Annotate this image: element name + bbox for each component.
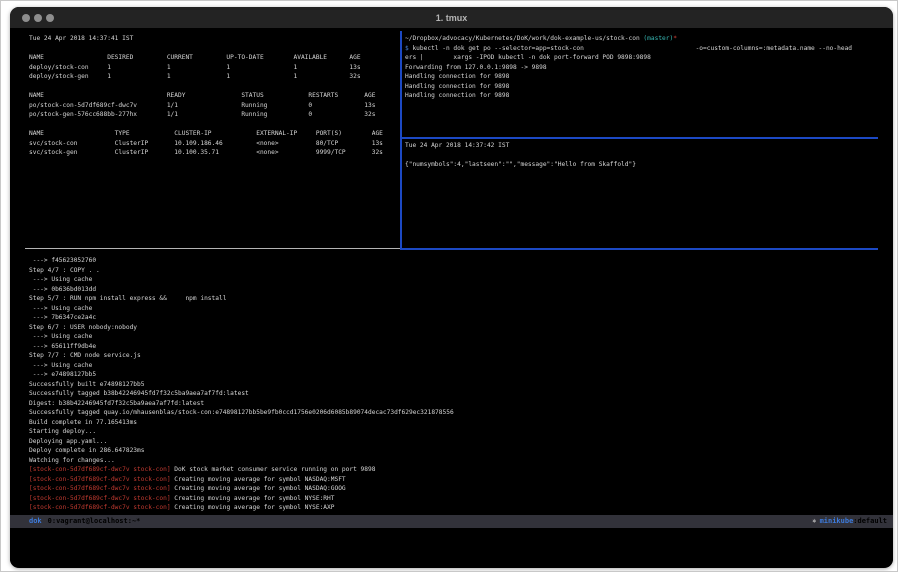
terminal-line xyxy=(405,151,636,161)
window-titlebar: 1. tmux xyxy=(10,7,893,29)
pane-divider-horizontal-right[interactable] xyxy=(400,137,878,139)
terminal-line: Handling connection for 9898 xyxy=(405,91,852,101)
terminal-line: Watching for changes... xyxy=(29,456,454,466)
window-tab[interactable]: 0:vagrant@localhost:~* xyxy=(48,517,141,525)
screenshot-frame: 1. tmux Tue 24 Apr 2018 14:37:41 IST NAM… xyxy=(0,0,898,572)
terminal-line: ---> 0b636bd013dd xyxy=(29,285,454,295)
terminal-line: [stock-con-5d7df689cf-dwc7v stock-con] C… xyxy=(29,475,454,485)
terminal-line: ---> Using cache xyxy=(29,275,454,285)
terminal-line: ---> Using cache xyxy=(29,332,454,342)
terminal-line: ---> 65611ff9db4e xyxy=(29,342,454,352)
session-name: dok xyxy=(29,517,42,525)
terminal-line: Successfully built e74898127bb5 xyxy=(29,380,454,390)
terminal-line: svc/stock-gen ClusterIP 10.100.35.71 <no… xyxy=(29,148,383,158)
terminal-line: ers | xargs -IPOD kubectl -n dok port-fo… xyxy=(405,53,852,63)
terminal-line xyxy=(29,120,383,130)
terminal-line: Handling connection for 9898 xyxy=(405,82,852,92)
window-title: 1. tmux xyxy=(10,13,893,23)
terminal-line: ---> f45623052760 xyxy=(29,256,454,266)
terminal-line: po/stock-gen-576cc688bb-277hx 1/1 Runnin… xyxy=(29,110,383,120)
terminal-line: deploy/stock-con 1 1 1 1 13s xyxy=(29,63,383,73)
terminal-line: Step 7/7 : CMD node service.js xyxy=(29,351,454,361)
terminal-line: Tue 24 Apr 2018 14:37:41 IST xyxy=(29,34,383,44)
pane-service-response[interactable]: Tue 24 Apr 2018 14:37:42 IST {"numsymbol… xyxy=(405,141,636,170)
terminal-line xyxy=(29,44,383,54)
terminal-line: Successfully tagged b38b42246945fd7f32c5… xyxy=(29,389,454,399)
tmux-status-bar: dok 0:vagrant@localhost:~* ⎈ minikube:defa… xyxy=(10,515,893,528)
pane-kubectl-watch[interactable]: Tue 24 Apr 2018 14:37:41 IST NAME DESIRE… xyxy=(29,34,383,158)
terminal-line: Step 4/7 : COPY . . xyxy=(29,266,454,276)
terminal-line: Digest: b38b42246945fd7f32c5ba9aea7af7fd… xyxy=(29,399,454,409)
terminal-line: ---> Using cache xyxy=(29,361,454,371)
terminal-line: [stock-con-5d7df689cf-dwc7v stock-con] C… xyxy=(29,494,454,504)
pane-port-forward[interactable]: ~/Dropbox/advocacy/Kubernetes/DoK/work/d… xyxy=(405,34,852,101)
terminal-line: deploy/stock-gen 1 1 1 1 32s xyxy=(29,72,383,82)
terminal-line: po/stock-con-5d7df689cf-dwc7v 1/1 Runnin… xyxy=(29,101,383,111)
terminal-line: Deploying app.yaml... xyxy=(29,437,454,447)
terminal-line: Successfully tagged quay.io/mhausenblas/… xyxy=(29,408,454,418)
terminal-line: Step 5/7 : RUN npm install express && np… xyxy=(29,294,454,304)
kube-context: minikube xyxy=(820,517,854,525)
terminal-window: 1. tmux Tue 24 Apr 2018 14:37:41 IST NAM… xyxy=(10,7,893,568)
tmux-session: Tue 24 Apr 2018 14:37:41 IST NAME DESIRE… xyxy=(10,29,893,567)
terminal-line: ---> 7b6347ce2a4c xyxy=(29,313,454,323)
terminal-line: Build complete in 77.165413ms xyxy=(29,418,454,428)
terminal-line: NAME READY STATUS RESTARTS AGE xyxy=(29,91,383,101)
terminal-line: [stock-con-5d7df689cf-dwc7v stock-con] C… xyxy=(29,484,454,494)
kubernetes-helm-icon: ⎈ xyxy=(812,517,816,525)
terminal-line: $ kubectl -n dok get po --selector=app=s… xyxy=(405,44,852,54)
terminal-line xyxy=(29,82,383,92)
pane-divider-horizontal-left[interactable] xyxy=(25,248,400,249)
terminal-line: Deploy complete in 286.647823ms xyxy=(29,446,454,456)
terminal-line: ---> e74898127bb5 xyxy=(29,370,454,380)
pane-divider-vertical[interactable] xyxy=(400,31,402,248)
terminal-line: Tue 24 Apr 2018 14:37:42 IST xyxy=(405,141,636,151)
terminal-line: NAME DESIRED CURRENT UP-TO-DATE AVAILABL… xyxy=(29,53,383,63)
terminal-line: [stock-con-5d7df689cf-dwc7v stock-con] C… xyxy=(29,503,454,513)
terminal-line: Starting deploy... xyxy=(29,427,454,437)
terminal-line: svc/stock-con ClusterIP 10.109.186.46 <n… xyxy=(29,139,383,149)
terminal-line: NAME TYPE CLUSTER-IP EXTERNAL-IP PORT(S)… xyxy=(29,129,383,139)
terminal-line: [stock-con-5d7df689cf-dwc7v stock-con] D… xyxy=(29,465,454,475)
pane-divider-horizontal-bottom-right[interactable] xyxy=(400,248,878,250)
pane-skaffold-build-log[interactable]: ---> f45623052760Step 4/7 : COPY . . ---… xyxy=(29,256,454,513)
status-bar-right: ⎈ minikube:default xyxy=(812,515,887,528)
terminal-line: Forwarding from 127.0.0.1:9898 -> 9898 xyxy=(405,63,852,73)
kube-namespace: :default xyxy=(853,517,887,525)
terminal-line: Step 6/7 : USER nobody:nobody xyxy=(29,323,454,333)
terminal-line: Handling connection for 9898 xyxy=(405,72,852,82)
terminal-line: {"numsymbols":4,"lastseen":"","message":… xyxy=(405,160,636,170)
terminal-line: ~/Dropbox/advocacy/Kubernetes/DoK/work/d… xyxy=(405,34,852,44)
terminal-line: ---> Using cache xyxy=(29,304,454,314)
status-bar-left: dok 0:vagrant@localhost:~* xyxy=(29,515,140,528)
